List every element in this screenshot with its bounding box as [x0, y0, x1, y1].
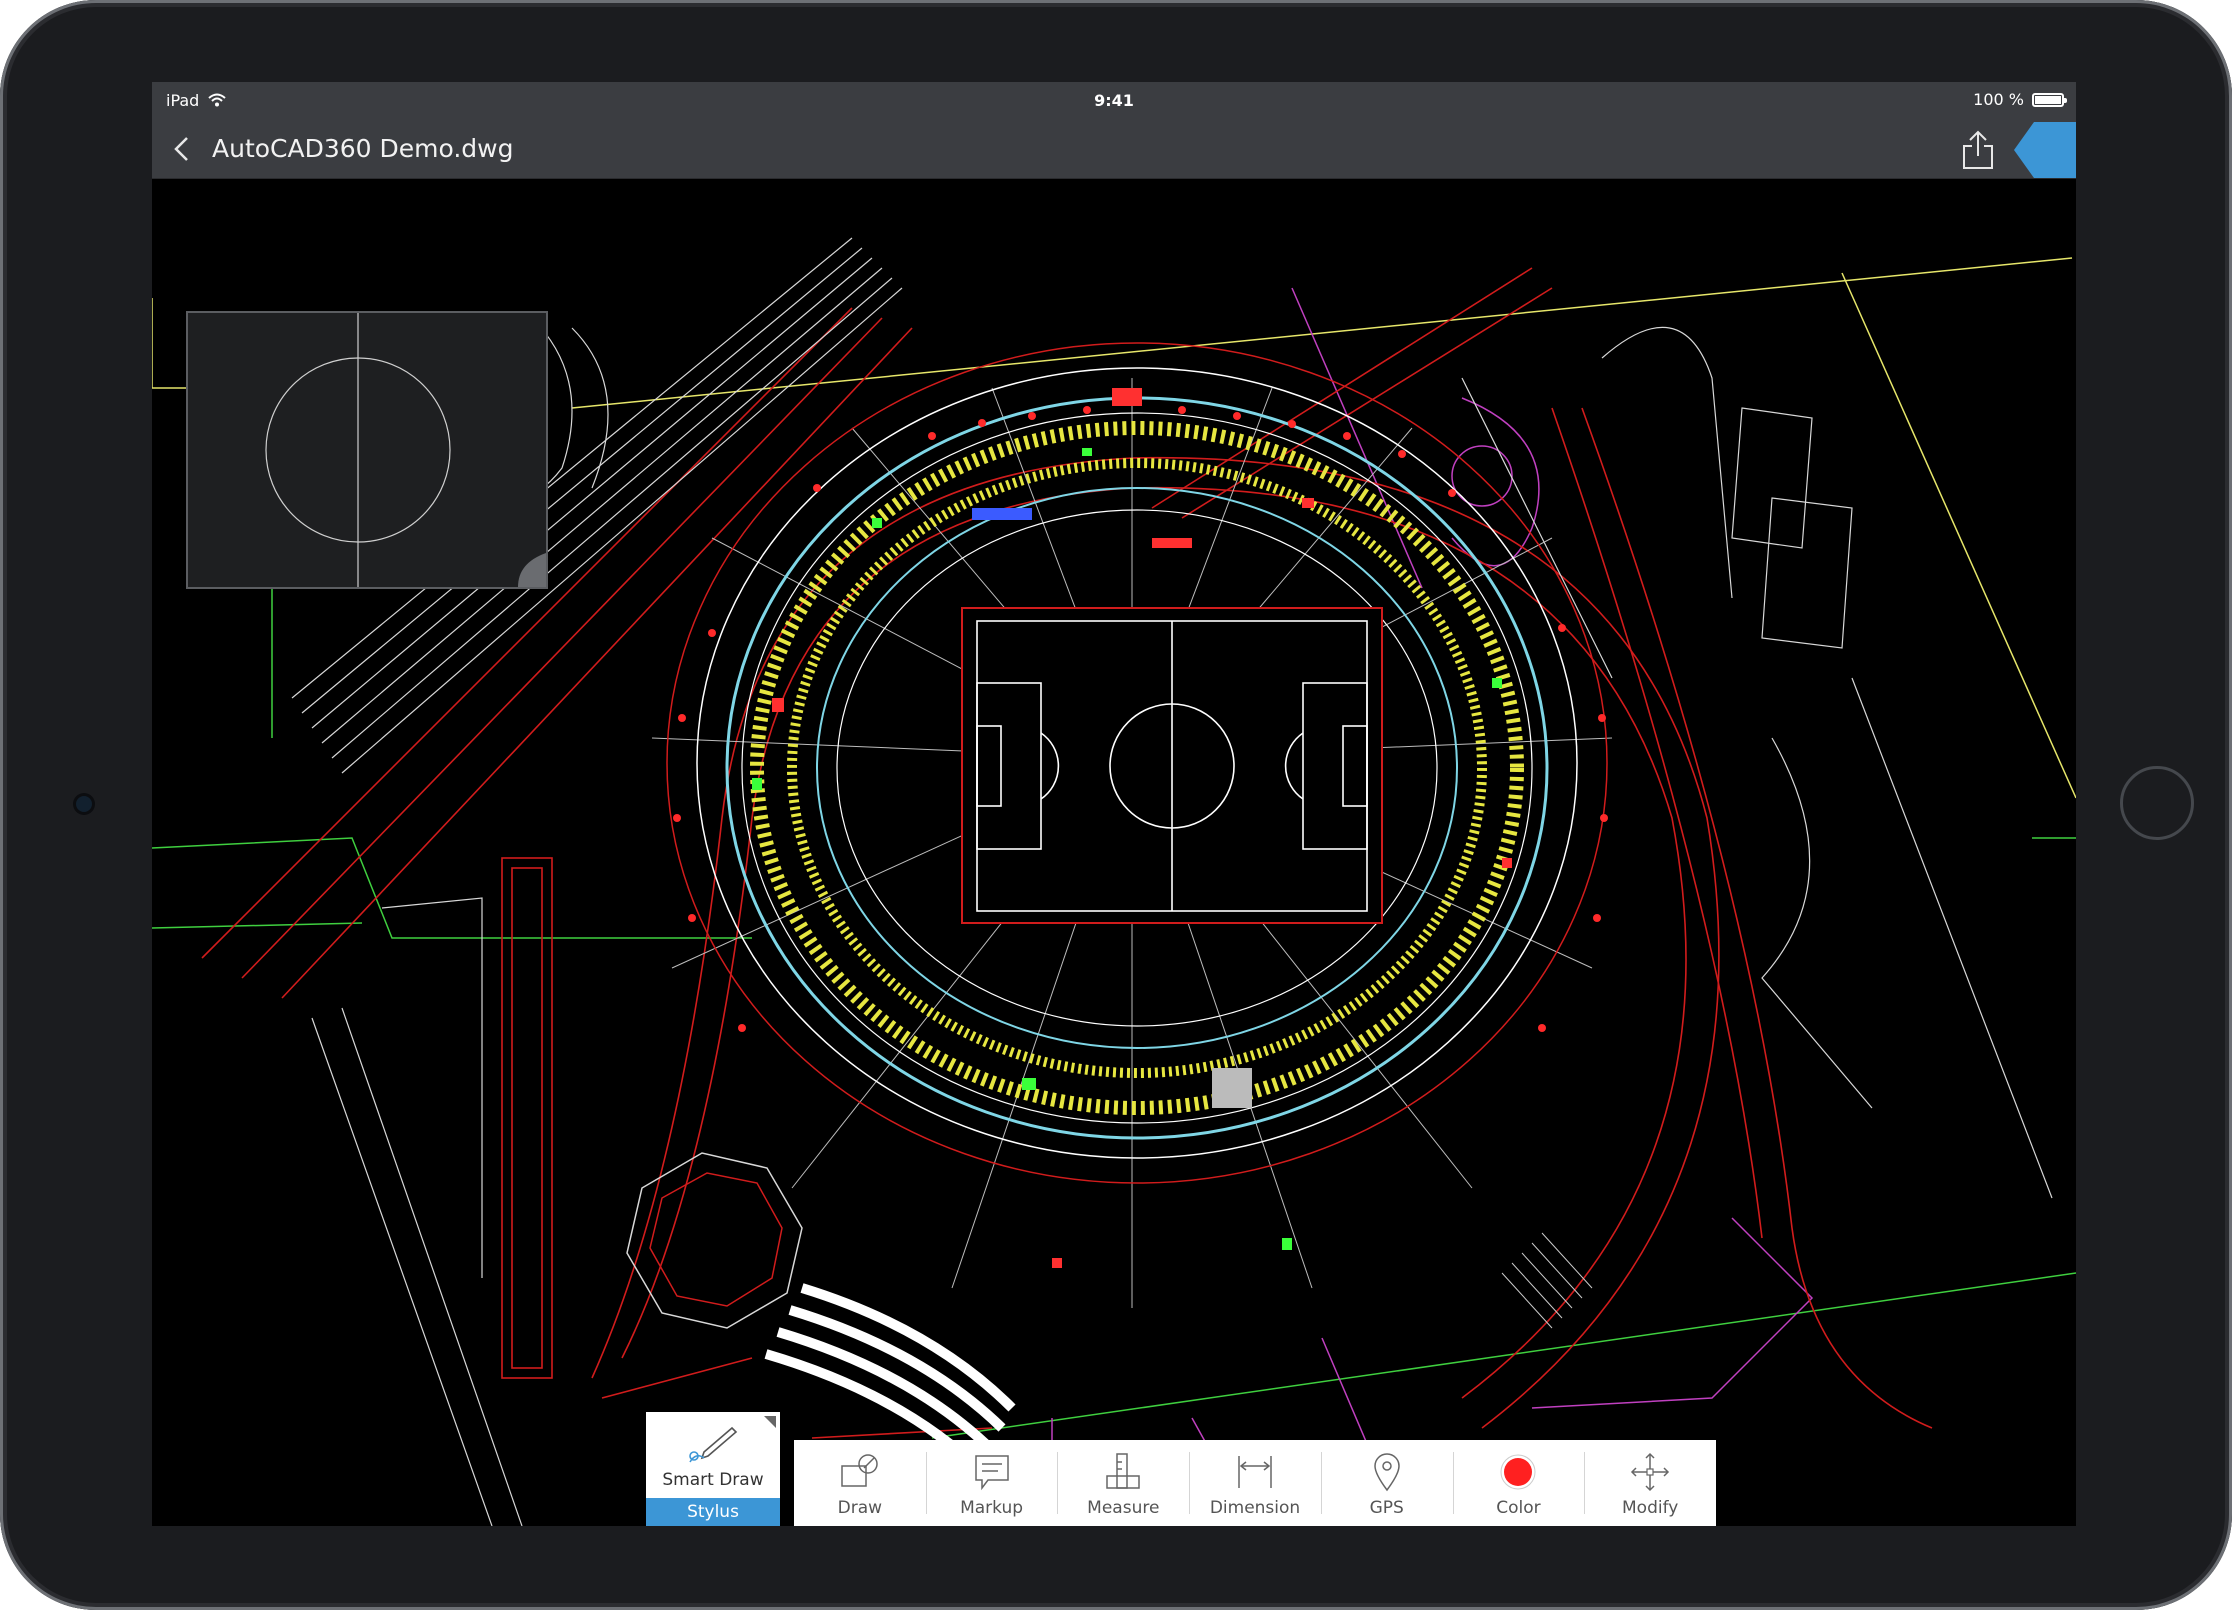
gps-pin-icon — [1373, 1453, 1400, 1492]
document-title: AutoCAD360 Demo.dwg — [212, 134, 514, 163]
color-swatch-fill — [1504, 1458, 1533, 1486]
battery-percent: 100 % — [1973, 90, 2024, 109]
tool-markup[interactable]: Markup — [925, 1440, 1058, 1526]
stadium — [651, 342, 1613, 1308]
move-arrows-icon — [1631, 1452, 1670, 1492]
ipad-frame: iPad 9:41 100 % AutoCAD360 Demo.dwg Smar… — [0, 0, 2232, 1610]
app-screen: iPad 9:41 100 % AutoCAD360 Demo.dwg Smar… — [152, 82, 2076, 1526]
front-camera — [76, 796, 92, 812]
navigation-bar: AutoCAD360 Demo.dwg — [152, 120, 2076, 179]
layers-panel-tab[interactable] — [2014, 122, 2076, 178]
tool-markup-label: Markup — [960, 1498, 1024, 1518]
tool-measure-label: Measure — [1087, 1498, 1160, 1518]
ramp-hatch — [1501, 1232, 1593, 1329]
back-chevron-icon[interactable] — [168, 134, 198, 164]
expand-corner-icon — [764, 1416, 776, 1428]
roundabout — [626, 1152, 803, 1329]
navigator-minimap[interactable] — [186, 311, 548, 589]
battery-status: 100 % — [1973, 90, 2067, 109]
smart-draw-label: Smart Draw — [662, 1470, 764, 1490]
clock: 9:41 — [1094, 91, 1134, 110]
tool-gps[interactable]: GPS — [1320, 1440, 1453, 1526]
drawing-canvas[interactable] — [152, 178, 2076, 1526]
share-icon[interactable] — [1960, 130, 1996, 170]
tool-dimension[interactable]: Dimension — [1189, 1440, 1321, 1526]
tool-modify-label: Modify — [1622, 1498, 1679, 1518]
color-swatch-icon — [1500, 1454, 1536, 1490]
home-button[interactable] — [2120, 766, 2194, 840]
tool-measure[interactable]: Measure — [1057, 1440, 1189, 1526]
draw-icon — [841, 1454, 878, 1487]
dimension-icon — [1238, 1456, 1272, 1488]
tool-dimension-label: Dimension — [1209, 1498, 1301, 1518]
tool-draw-label: Draw — [837, 1498, 883, 1518]
tool-color[interactable]: Color — [1452, 1440, 1585, 1526]
markup-icon — [974, 1455, 1009, 1491]
stylus-mode-label[interactable]: Stylus — [646, 1498, 780, 1526]
status-bar: iPad 9:41 100 % — [152, 82, 2076, 120]
minimap-preview — [265, 313, 546, 587]
tool-gps-label: GPS — [1369, 1498, 1404, 1518]
smart-draw-button[interactable]: Smart Draw Stylus — [646, 1412, 780, 1526]
tool-modify[interactable]: Modify — [1584, 1440, 1716, 1526]
smart-draw-pen-icon — [689, 1426, 738, 1463]
tool-color-label: Color — [1496, 1498, 1541, 1518]
measure-icon — [1106, 1453, 1141, 1489]
battery-icon — [2032, 92, 2067, 107]
tool-draw[interactable]: Draw — [794, 1440, 926, 1526]
bottom-toolbar: Draw Markup Measure Dimension GPS Color … — [794, 1440, 1716, 1526]
